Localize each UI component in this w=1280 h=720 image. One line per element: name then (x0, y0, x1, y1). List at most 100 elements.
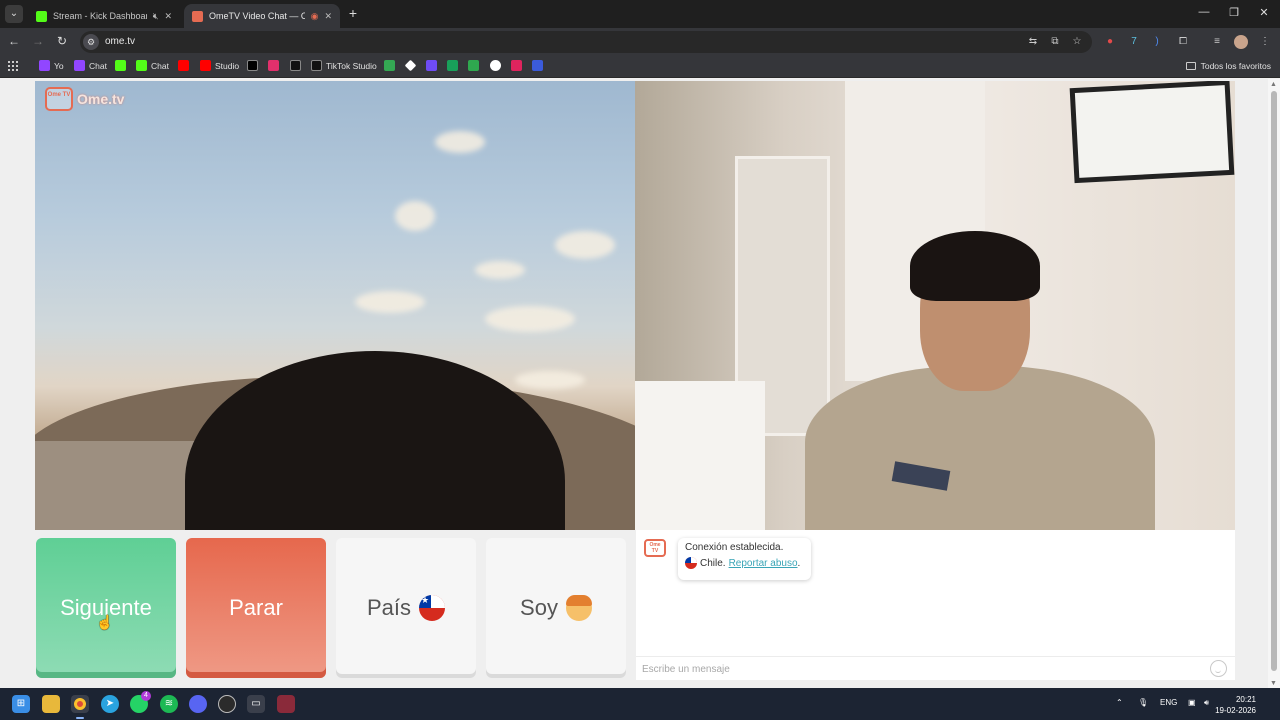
message-input[interactable] (642, 661, 1202, 677)
bookmark-blue[interactable] (532, 60, 547, 71)
url-text[interactable]: ome.tv (105, 36, 135, 47)
site-info-icon[interactable]: ⚙ (83, 34, 99, 50)
back-button[interactable]: ← (6, 34, 22, 48)
bookmark-twitch-chat[interactable]: Chat (74, 60, 107, 71)
chrome-icon[interactable] (71, 695, 89, 719)
cloud (475, 261, 525, 279)
bookmark-instagram[interactable] (268, 60, 283, 71)
system-clock[interactable]: 20:21 19-02-2026 (1215, 694, 1256, 716)
message-composer (636, 656, 1235, 680)
close-window-button[interactable]: ✕ (1254, 6, 1274, 19)
cloud (485, 306, 575, 332)
reload-button[interactable]: ↻ (54, 34, 70, 48)
scroll-up-arrow-icon[interactable]: ▲ (1270, 81, 1277, 88)
volume-icon[interactable]: 🔊︎ (1204, 698, 1209, 708)
cast-icon[interactable]: ⧉ (1048, 35, 1062, 49)
own-camera-video: Ome TV Ome.tv (35, 81, 635, 530)
bookmark-tiktok-studio[interactable]: TikTok Studio (311, 60, 377, 71)
bookmark-label: Chat (89, 60, 107, 71)
emoji-icon[interactable] (1210, 660, 1227, 677)
close-icon[interactable]: ✕ (324, 11, 332, 22)
bookmark-purple[interactable] (426, 60, 441, 71)
boy-emoji-icon (565, 595, 592, 621)
gender-button[interactable]: Soy (486, 538, 626, 678)
scroll-down-arrow-icon[interactable]: ▼ (1270, 680, 1277, 687)
network-icon[interactable]: ▣ (1188, 698, 1196, 707)
windows-start-icon[interactable]: ⊞ (12, 695, 30, 713)
drive-icon (384, 60, 395, 71)
minimize-button[interactable]: — (1194, 6, 1214, 18)
bookmark-drive[interactable] (384, 60, 399, 71)
logo-text: Ome.tv (77, 91, 125, 107)
bookmark-red[interactable] (511, 60, 526, 71)
tab-kick-dashboard[interactable]: Stream - Kick Dashboard 🔇︎ ✕ (28, 4, 180, 28)
extension-audio-icon[interactable]: ) (1150, 35, 1164, 49)
bookmark-shape[interactable] (404, 59, 420, 72)
bookmark-twitch-yo[interactable]: Yo (39, 60, 64, 71)
bookmark-label: Chat (151, 60, 169, 71)
extensions-puzzle-icon[interactable]: ⧠ (1176, 35, 1190, 49)
country-button[interactable]: País ★ (336, 538, 476, 678)
bookmark-kick[interactable] (115, 60, 130, 71)
report-abuse-link[interactable]: Reportar abuso (729, 558, 798, 569)
spotify-icon[interactable]: ≋ (160, 695, 178, 713)
all-bookmarks-button[interactable]: Todos los favoritos (1185, 61, 1271, 71)
bookmark-kick-chat[interactable]: Chat (136, 60, 169, 71)
restore-button[interactable]: ❐ (1224, 6, 1244, 19)
bookmark-green[interactable] (447, 60, 462, 71)
microphone-icon[interactable]: 🎙︎ (1138, 698, 1148, 707)
next-button[interactable]: Siguiente (36, 538, 176, 678)
twitch-icon (39, 60, 50, 71)
reading-list-icon[interactable]: ≡ (1210, 35, 1224, 49)
muted-icon[interactable]: 🔇︎ (153, 11, 159, 22)
tab-ometv[interactable]: OmeTV Video Chat — Ome ◉ ✕ (184, 4, 340, 28)
room-tv (1069, 81, 1235, 184)
bookmark-tiktok[interactable] (290, 60, 305, 71)
cloud (395, 201, 435, 231)
language-indicator[interactable]: ENG (1160, 698, 1177, 707)
x-icon (247, 60, 258, 71)
close-icon[interactable]: ✕ (164, 11, 172, 22)
bookmark-x[interactable] (247, 60, 262, 71)
cloud (355, 291, 425, 313)
obs-icon[interactable] (218, 695, 236, 713)
youtube-icon (178, 60, 189, 71)
profile-avatar[interactable] (1234, 35, 1248, 49)
tab-search-button[interactable]: ⌄ (5, 5, 23, 23)
partner-country: Chile. (700, 557, 726, 569)
new-tab-button[interactable]: + (345, 5, 361, 21)
bookmark-youtube[interactable] (178, 60, 193, 71)
address-bar[interactable]: ⚙ ome.tv (80, 31, 1092, 53)
red-app-icon[interactable] (277, 695, 295, 713)
red-app-icon (511, 60, 522, 71)
extension-7tv-icon[interactable]: 7 (1127, 35, 1141, 49)
bookmark-cube[interactable] (490, 60, 505, 71)
tv-icon: Ome TV (45, 87, 73, 111)
discord-icon[interactable] (189, 695, 207, 713)
youtube-icon (200, 60, 211, 71)
telegram-icon[interactable]: ➤ (101, 695, 119, 713)
tray-chevron-icon[interactable]: ⌃ (1116, 698, 1123, 707)
bookmark-youtube-studio[interactable]: Studio (200, 60, 239, 71)
bookmark-sheets[interactable] (468, 60, 483, 71)
stop-button[interactable]: Parar (186, 538, 326, 678)
tab-strip: ⌄ Stream - Kick Dashboard 🔇︎ ✕ OmeTV Vid… (0, 0, 1280, 28)
twitch-icon (74, 60, 85, 71)
whatsapp-icon[interactable]: 4 (130, 691, 151, 713)
page-scrollbar[interactable]: ▲ ▼ (1268, 79, 1280, 688)
instagram-icon (268, 60, 279, 71)
recording-icon: ◉ (310, 10, 319, 21)
translate-icon[interactable]: ⇆ (1026, 35, 1040, 49)
apps-grid-icon[interactable] (8, 61, 18, 71)
media-app-icon[interactable]: ▭ (247, 695, 265, 713)
menu-kebab-icon[interactable]: ⋮ (1258, 35, 1272, 49)
partner-hair (910, 231, 1040, 301)
forward-button[interactable]: → (30, 34, 46, 48)
bookmark-star-icon[interactable]: ☆ (1070, 35, 1084, 49)
browser-toolbar: ← → ↻ ⚙ ome.tv ⇆ ⧉ ☆ ● 7 ) ⧠ ≡ ⋮ (0, 28, 1280, 56)
system-message: Conexión establecida. Chile. Reportar ab… (678, 538, 811, 580)
folder-icon (1185, 62, 1196, 70)
scrollbar-thumb[interactable] (1271, 91, 1277, 671)
extension-red-icon[interactable]: ● (1103, 35, 1117, 49)
file-explorer-icon[interactable] (42, 695, 60, 713)
